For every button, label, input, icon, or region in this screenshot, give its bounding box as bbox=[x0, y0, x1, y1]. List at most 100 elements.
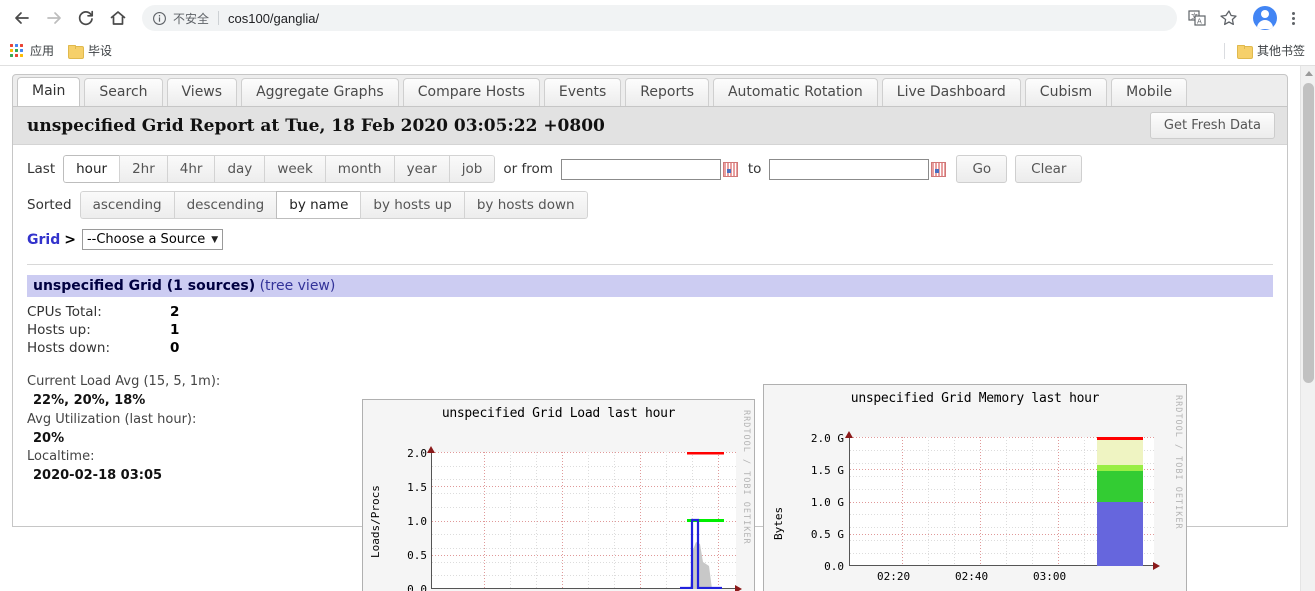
bookmark-star-button[interactable] bbox=[1215, 4, 1243, 32]
stat-value: 2 bbox=[170, 304, 180, 320]
reload-icon bbox=[76, 8, 96, 28]
browser-toolbar: 不安全 cos100/ganglia/ 文 A bbox=[0, 0, 1315, 36]
clear-button[interactable]: Clear bbox=[1015, 155, 1083, 183]
get-fresh-data-button[interactable]: Get Fresh Data bbox=[1149, 112, 1275, 139]
home-icon bbox=[108, 8, 128, 28]
sort-descending[interactable]: descending bbox=[173, 191, 277, 219]
source-select[interactable]: --Choose a Source ▼ bbox=[81, 229, 224, 250]
table-row: CPUs Total: 2 bbox=[27, 303, 179, 321]
tab-events[interactable]: Events bbox=[543, 78, 622, 106]
star-icon bbox=[1219, 8, 1239, 28]
tree-view-link[interactable]: (tree view) bbox=[260, 278, 336, 294]
source-select-value: --Choose a Source bbox=[86, 232, 206, 247]
reload-button[interactable] bbox=[72, 4, 100, 32]
load-series-plot bbox=[680, 452, 724, 589]
sort-by-hosts-up[interactable]: by hosts up bbox=[360, 191, 464, 219]
rrdtool-watermark: RRDTOOL / TOBI OETIKER bbox=[741, 410, 751, 545]
info-icon[interactable] bbox=[152, 11, 167, 26]
address-bar[interactable]: 不安全 cos100/ganglia/ bbox=[142, 5, 1177, 31]
load-plot-area bbox=[431, 452, 736, 589]
chevron-down-icon: ▼ bbox=[211, 234, 219, 245]
range-job[interactable]: job bbox=[448, 155, 496, 183]
memory-graph-title: unspecified Grid Memory last hour bbox=[850, 391, 1100, 406]
range-month[interactable]: month bbox=[324, 155, 394, 183]
bookmark-folder-bishe[interactable]: 毕设 bbox=[68, 42, 112, 59]
calendar-icon[interactable] bbox=[722, 161, 738, 177]
tab-search[interactable]: Search bbox=[84, 78, 163, 106]
tab-automatic-rotation[interactable]: Automatic Rotation bbox=[712, 78, 878, 106]
table-row: Hosts down: 0 bbox=[27, 339, 179, 357]
to-label: to bbox=[747, 161, 762, 177]
tab-aggregate-graphs[interactable]: Aggregate Graphs bbox=[241, 78, 399, 106]
from-date-input[interactable] bbox=[560, 158, 721, 180]
tab-reports[interactable]: Reports bbox=[625, 78, 709, 106]
back-arrow-icon bbox=[12, 8, 32, 28]
stat-label: Hosts up: bbox=[27, 322, 91, 338]
grid-source-row: Grid > --Choose a Source ▼ bbox=[27, 229, 1273, 250]
page-title: unspecified Grid Report at Tue, 18 Feb 2… bbox=[27, 115, 605, 136]
to-date-input[interactable] bbox=[769, 158, 930, 180]
range-4hr[interactable]: 4hr bbox=[166, 155, 215, 183]
controls-panel: Last hour 2hr 4hr day week month year jo… bbox=[13, 145, 1287, 256]
translate-button[interactable]: 文 A bbox=[1183, 4, 1211, 32]
bookmarks-divider bbox=[1223, 42, 1225, 59]
stat-value: 1 bbox=[170, 322, 180, 338]
sort-row: Sorted ascending descending by name by h… bbox=[27, 191, 1273, 219]
bookmark-apps[interactable]: 应用 bbox=[10, 42, 54, 59]
memory-series-plot bbox=[1097, 437, 1143, 566]
range-hour[interactable]: hour bbox=[63, 155, 120, 183]
scrollbar-thumb[interactable] bbox=[1303, 83, 1314, 383]
breadcrumb-grid-link[interactable]: Grid bbox=[27, 232, 60, 248]
last-label: Last bbox=[27, 161, 56, 177]
time-range-row: Last hour 2hr 4hr day week month year jo… bbox=[27, 155, 1273, 183]
calendar-icon[interactable] bbox=[931, 161, 947, 177]
tab-views[interactable]: Views bbox=[166, 78, 238, 106]
sort-by-hosts-down[interactable]: by hosts down bbox=[463, 191, 588, 219]
tab-live-dashboard[interactable]: Live Dashboard bbox=[881, 78, 1021, 106]
back-button[interactable] bbox=[8, 4, 36, 32]
bookmark-folder-label: 毕设 bbox=[88, 44, 113, 58]
load-ytick: 2.0 bbox=[407, 447, 427, 460]
other-bookmarks[interactable]: 其他书签 bbox=[1223, 42, 1305, 59]
stat-label: CPUs Total: bbox=[27, 304, 102, 320]
svg-text:A: A bbox=[1197, 18, 1202, 26]
range-day[interactable]: day bbox=[214, 155, 265, 183]
table-row: Hosts up: 1 bbox=[27, 321, 179, 339]
forward-arrow-icon bbox=[44, 8, 64, 28]
other-bookmarks-label: 其他书签 bbox=[1256, 44, 1305, 58]
grid-banner-name: unspecified Grid (1 sources) bbox=[33, 278, 256, 294]
memory-legend: Use Now:1012.7M Min: 990.7M Avg: 998.3M … bbox=[764, 566, 1186, 591]
url-text: cos100/ganglia/ bbox=[228, 10, 320, 26]
tab-compare-hosts[interactable]: Compare Hosts bbox=[402, 78, 540, 106]
time-range-group: hour 2hr 4hr day week month year job bbox=[63, 155, 496, 183]
bookmark-apps-label: 应用 bbox=[30, 44, 55, 58]
memory-ytick: 0.5 G bbox=[810, 528, 844, 541]
sort-ascending[interactable]: ascending bbox=[79, 191, 174, 219]
scroll-up-arrow-icon[interactable] bbox=[1301, 66, 1315, 81]
forward-button[interactable] bbox=[40, 4, 68, 32]
grid-load-graph[interactable]: unspecified Grid Load last hour RRDTOOL … bbox=[362, 399, 755, 591]
ganglia-tabbar: Main Search Views Aggregate Graphs Compa… bbox=[12, 74, 1288, 107]
tab-mobile[interactable]: Mobile bbox=[1111, 78, 1188, 106]
breadcrumb-separator: > bbox=[64, 231, 76, 248]
range-2hr[interactable]: 2hr bbox=[119, 155, 167, 183]
load-y-axis-arrow bbox=[427, 446, 435, 453]
memory-y-axis-title: Bytes bbox=[772, 506, 785, 540]
tab-cubism[interactable]: Cubism bbox=[1024, 78, 1108, 106]
page-scrollbar[interactable] bbox=[1300, 66, 1315, 591]
stat-value: 0 bbox=[170, 340, 180, 356]
sort-by-name[interactable]: by name bbox=[276, 191, 361, 219]
stat-label: Hosts down: bbox=[27, 340, 111, 356]
or-from-label: or from bbox=[503, 161, 553, 177]
tab-main[interactable]: Main bbox=[17, 77, 81, 106]
profile-avatar[interactable] bbox=[1253, 6, 1277, 30]
grid-memory-graph[interactable]: unspecified Grid Memory last hour RRDTOO… bbox=[763, 384, 1187, 591]
memory-ytick: 1.5 G bbox=[810, 464, 844, 477]
go-button[interactable]: Go bbox=[956, 155, 1008, 183]
kebab-menu-icon bbox=[1291, 11, 1295, 15]
load-ytick: 1.5 bbox=[407, 481, 427, 494]
home-button[interactable] bbox=[104, 4, 132, 32]
chrome-menu-button[interactable] bbox=[1283, 11, 1303, 25]
range-week[interactable]: week bbox=[264, 155, 325, 183]
range-year[interactable]: year bbox=[393, 155, 449, 183]
